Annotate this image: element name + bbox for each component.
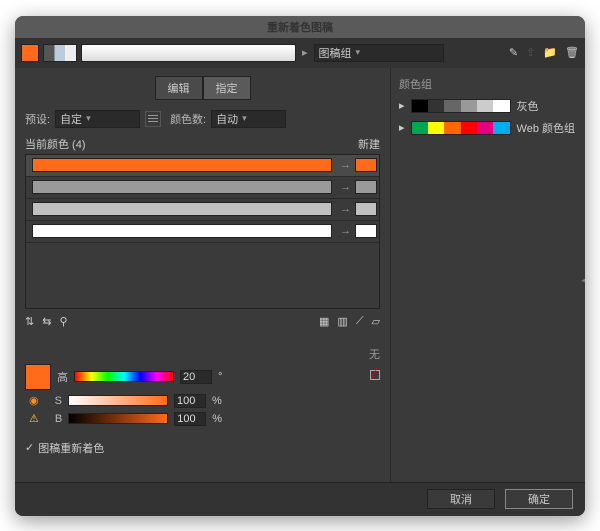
eyedropper-icon[interactable]: ✎ <box>509 46 518 59</box>
tab-bar: 编辑 指定 <box>25 76 380 100</box>
tab-edit[interactable]: 编辑 <box>155 76 203 100</box>
artwork-group-dropdown[interactable]: 图稿组 <box>314 44 444 62</box>
color-bar[interactable] <box>32 158 332 172</box>
saturation-input[interactable]: 100 <box>174 394 206 408</box>
expand-arrow-icon[interactable]: ▸ <box>300 46 310 59</box>
ok-button[interactable]: 确定 <box>505 489 573 509</box>
arrow-icon[interactable]: → <box>336 181 355 193</box>
folder-icon[interactable]: 📁 <box>543 46 557 59</box>
saturation-slider[interactable] <box>68 395 168 406</box>
gradient-swatch[interactable] <box>43 44 77 62</box>
upload-icon: ⇪ <box>526 46 535 59</box>
dialog-window: 重新着色图稿 ▸ 图稿组 ✎ ⇪ 📁 🗑 编辑 指定 预设: 自定 颜色数: 自… <box>15 16 585 516</box>
color-group-web[interactable]: ▸ Web 颜色组 <box>399 120 577 136</box>
color-row[interactable]: → <box>26 221 379 243</box>
recolor-checkbox-label: 图稿重新着色 <box>38 440 104 456</box>
current-colors-label: 当前颜色 (4) <box>25 136 86 152</box>
color-group-label: Web 颜色组 <box>517 120 575 136</box>
left-panel: 编辑 指定 预设: 自定 颜色数: 自动 当前颜色 (4) 新建 → → → → ⇅ … <box>15 68 390 482</box>
color-count-dropdown[interactable]: 自动 <box>211 110 286 128</box>
row-controls: ⇅ ⇆ ⚲ ▦ ▥ ⟋ ▱ <box>25 315 380 328</box>
color-row[interactable]: → <box>26 177 379 199</box>
chevron-right-icon: ▸ <box>399 121 405 134</box>
menu-icon[interactable] <box>145 111 161 127</box>
titlebar: 重新着色图稿 <box>15 16 585 38</box>
find-icon[interactable]: ⚲ <box>59 315 67 328</box>
new-color-chip[interactable] <box>355 158 377 172</box>
chevron-right-icon: ▸ <box>399 99 405 112</box>
hue-input[interactable]: 20 <box>180 370 212 384</box>
new-colors-label: 新建 <box>358 136 380 152</box>
color-bar[interactable] <box>32 202 332 216</box>
hue-label: 高 <box>57 369 68 385</box>
brightness-input[interactable]: 100 <box>174 412 206 426</box>
brightness-slider[interactable] <box>68 413 168 424</box>
cancel-button[interactable]: 取消 <box>427 489 495 509</box>
color-rows: → → → → <box>25 154 380 309</box>
sort-random-icon[interactable]: ⇅ <box>25 315 34 328</box>
color-group-gray[interactable]: ▸ 灰色 <box>399 98 577 114</box>
color-row[interactable]: → <box>26 155 379 177</box>
saturation-icon: ◉ <box>29 394 39 407</box>
trash-icon[interactable]: 🗑 <box>565 46 579 59</box>
color-row[interactable]: → <box>26 199 379 221</box>
sort-hue-icon[interactable]: ⇆ <box>42 315 51 328</box>
hsv-panel: 无 高 20 ° ╱ ◉ S 100 % ⚠ <box>25 346 380 430</box>
hue-slider[interactable] <box>74 371 174 382</box>
preset-row: 预设: 自定 颜色数: 自动 <box>25 110 380 128</box>
none-swatch-icon[interactable]: ╱ <box>370 370 380 383</box>
footer: 取消 确定 <box>15 482 585 516</box>
tab-assign[interactable]: 指定 <box>203 76 251 100</box>
hsb-swatch[interactable] <box>25 364 51 390</box>
preset-dropdown[interactable]: 自定 <box>55 110 140 128</box>
current-color-swatch[interactable] <box>21 44 39 62</box>
saturation-label: S <box>55 395 62 407</box>
new-row-icon[interactable]: ▱ <box>372 315 380 328</box>
arrow-icon[interactable]: → <box>336 225 355 237</box>
brightness-warn-icon: ⚠ <box>29 412 39 425</box>
right-panel: 颜色组 ▸ 灰色 ▸ Web 颜色组 ◀ <box>390 68 585 482</box>
new-color-chip[interactable] <box>355 180 377 194</box>
brightness-label: B <box>55 413 62 425</box>
split-icon[interactable]: ▥ <box>337 315 347 328</box>
colors-header: 当前颜色 (4) 新建 <box>25 136 380 152</box>
checkmark-icon: ✓ <box>25 441 34 454</box>
color-group-label: 灰色 <box>517 98 539 114</box>
merge-icon[interactable]: ▦ <box>319 315 329 328</box>
search-input[interactable] <box>81 44 296 62</box>
color-bar[interactable] <box>32 180 332 194</box>
web-swatch <box>411 121 511 135</box>
arrow-icon[interactable]: → <box>336 159 355 171</box>
color-bar[interactable] <box>32 224 332 238</box>
new-color-chip[interactable] <box>355 202 377 216</box>
none-label: 无 <box>25 346 380 362</box>
new-color-chip[interactable] <box>355 224 377 238</box>
dialog-body: 编辑 指定 预设: 自定 颜色数: 自动 当前颜色 (4) 新建 → → → → ⇅ … <box>15 68 585 482</box>
toolbar-icons: ✎ ⇪ 📁 🗑 <box>509 46 579 59</box>
preset-label: 预设: <box>25 111 50 127</box>
color-groups-header: 颜色组 <box>399 76 577 92</box>
color-count-label: 颜色数: <box>170 111 206 127</box>
resize-handle-icon[interactable]: ◀ <box>581 275 585 286</box>
exclude-icon[interactable]: ⟋ <box>356 315 364 328</box>
recolor-checkbox-row[interactable]: ✓ 图稿重新着色 <box>25 440 380 456</box>
gray-swatch <box>411 99 511 113</box>
dialog-title: 重新着色图稿 <box>267 19 333 35</box>
arrow-icon[interactable]: → <box>336 203 355 215</box>
toolbar: ▸ 图稿组 ✎ ⇪ 📁 🗑 <box>15 38 585 68</box>
